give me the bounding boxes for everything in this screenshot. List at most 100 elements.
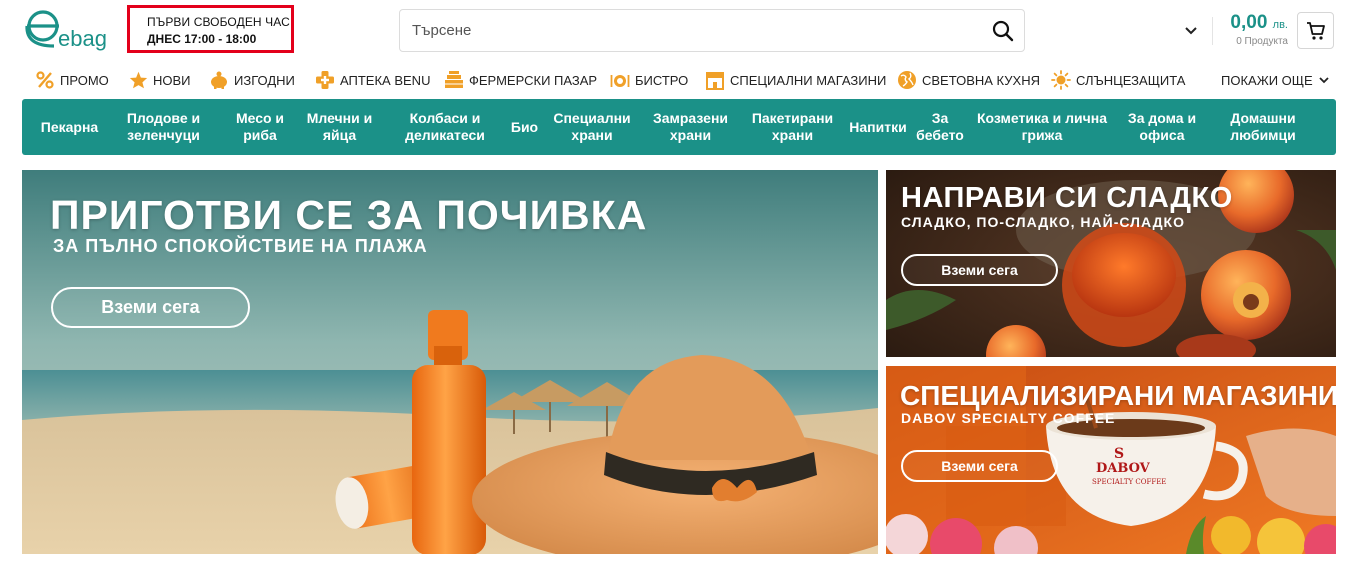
banner-jam[interactable]: НАПРАВИ СИ СЛАДКО СЛАДКО, ПО-СЛАДКО, НАЙ… bbox=[886, 170, 1336, 357]
divider bbox=[1212, 17, 1213, 45]
quicklink-label: АПТЕКА BENU bbox=[340, 72, 431, 88]
show-more-label: ПОКАЖИ ОЩЕ bbox=[1221, 72, 1313, 88]
storefront-icon bbox=[705, 70, 725, 90]
cup-brand: DABOV bbox=[1096, 461, 1151, 476]
category-label: риба bbox=[243, 127, 277, 143]
category-label: Домашни bbox=[1230, 110, 1296, 126]
globe-icon bbox=[897, 70, 917, 90]
category-nav: Пекарна Плодове и зеленчуци Месо и риба Мл… bbox=[22, 99, 1336, 155]
category-bakery[interactable]: Пекарна bbox=[34, 99, 105, 155]
banner-title: НАПРАВИ СИ СЛАДКО bbox=[901, 182, 1233, 214]
quicklink-pharmacy[interactable]: АПТЕКА BENU bbox=[315, 69, 430, 91]
chevron-down-icon bbox=[1319, 77, 1329, 84]
sun-icon bbox=[1051, 70, 1071, 90]
banner-specialty-coffee[interactable]: DABOV SPECIALTY COFFEE S СПЕЦИАЛИЗИРАНИ … bbox=[886, 366, 1336, 554]
category-label: Специални bbox=[553, 110, 631, 126]
star-icon bbox=[128, 70, 148, 90]
category-label: Колбаси и bbox=[409, 110, 481, 126]
category-label: Био bbox=[510, 118, 539, 135]
farm-crate-icon bbox=[444, 70, 464, 90]
category-label: Плодове и bbox=[126, 110, 201, 126]
banner-title: ПРИГОТВИ СЕ ЗА ПОЧИВКА bbox=[50, 192, 648, 238]
logo-text: ebag bbox=[58, 26, 107, 51]
quicklink-promo[interactable]: ПРОМО bbox=[35, 69, 109, 91]
category-home-office[interactable]: За дома и офиса bbox=[1122, 99, 1202, 155]
category-bio[interactable]: Био bbox=[507, 99, 542, 155]
category-label: яйца bbox=[322, 127, 357, 143]
first-free-slot-box[interactable]: ПЪРВИ СВОБОДЕН ЧАС ДНЕС 17:00 - 18:00 bbox=[127, 5, 294, 53]
cutlery-plate-icon bbox=[610, 70, 630, 90]
category-label: За bbox=[931, 110, 949, 126]
category-label: Пакетирани bbox=[751, 110, 834, 126]
category-meat-fish[interactable]: Месо и риба bbox=[228, 99, 292, 155]
category-label: Млечни и bbox=[306, 110, 373, 126]
category-label: Напитки bbox=[849, 118, 907, 135]
quicklink-label: ИЗГОДНИ bbox=[234, 72, 295, 88]
quicklink-bistro[interactable]: БИСТРО bbox=[610, 69, 688, 91]
cart-summary[interactable]: 0,00 лв. 0 Продукта bbox=[1222, 12, 1288, 47]
quicklink-label: СЛЪНЦЕЗАЩИТА bbox=[1076, 72, 1186, 88]
quicklink-label: НОВИ bbox=[153, 72, 191, 88]
take-now-button[interactable]: Вземи сега bbox=[901, 450, 1058, 482]
category-label: зеленчуци bbox=[127, 127, 200, 143]
banner-subtitle: ЗА ПЪЛНО СПОКОЙСТВИЕ НА ПЛАЖА bbox=[53, 236, 428, 256]
cart-count: 0 Продукта bbox=[1236, 36, 1288, 47]
category-pets[interactable]: Домашни любимци bbox=[1223, 99, 1303, 155]
category-label: грижа bbox=[1021, 127, 1063, 143]
quick-links: ПРОМО НОВИ ИЗГОДНИ АПТЕКА BENU ФЕРМЕРСКИ… bbox=[0, 66, 1355, 94]
cart-currency: лв. bbox=[1272, 19, 1288, 31]
category-label: Пекарна bbox=[40, 118, 99, 135]
quicklink-deals[interactable]: ИЗГОДНИ bbox=[209, 69, 295, 91]
category-label: храни bbox=[771, 127, 814, 143]
search-input[interactable] bbox=[400, 10, 960, 51]
quicklink-label: СВЕТОВНА КУХНЯ bbox=[922, 72, 1040, 88]
quicklink-label: БИСТРО bbox=[635, 72, 689, 88]
category-frozen-foods[interactable]: Замразени храни bbox=[646, 99, 735, 155]
category-label: деликатеси bbox=[405, 127, 485, 143]
quicklink-sunscreen[interactable]: СЛЪНЦЕЗАЩИТА bbox=[1051, 69, 1185, 91]
pharmacy-cross-icon bbox=[315, 70, 335, 90]
slot-time: ДНЕС 17:00 - 18:00 bbox=[147, 32, 257, 46]
quicklink-new[interactable]: НОВИ bbox=[128, 69, 191, 91]
category-label: храни bbox=[669, 127, 712, 143]
take-now-button[interactable]: Вземи сега bbox=[51, 287, 250, 328]
quicklink-label: ПРОМО bbox=[60, 72, 109, 88]
cart-button[interactable] bbox=[1297, 12, 1334, 49]
category-label: Замразени bbox=[652, 110, 729, 126]
quicklink-farmers-market[interactable]: ФЕРМЕРСКИ ПАЗАР bbox=[444, 69, 597, 91]
banner-beach[interactable]: ПРИГОТВИ СЕ ЗА ПОЧИВКА ЗА ПЪЛНО СПОКОЙСТ… bbox=[22, 170, 878, 554]
category-special-foods[interactable]: Специални храни bbox=[548, 99, 636, 155]
category-label: За дома и bbox=[1127, 110, 1197, 126]
category-label: храни bbox=[571, 127, 613, 143]
chevron-down-icon[interactable] bbox=[1183, 22, 1199, 38]
category-cosmetics-care[interactable]: Козметика и лична грижа bbox=[974, 99, 1110, 155]
category-label: бебето bbox=[916, 127, 964, 143]
show-more-button[interactable]: ПОКАЖИ ОЩЕ bbox=[1221, 69, 1330, 91]
category-label: Месо и bbox=[235, 110, 285, 126]
category-packaged-foods[interactable]: Пакетирани храни bbox=[747, 99, 838, 155]
site-header: ebag ПЪРВИ СВОБОДЕН ЧАС ДНЕС 17:00 - 18:… bbox=[0, 0, 1355, 62]
category-drinks[interactable]: Напитки bbox=[844, 99, 912, 155]
quicklink-label: ФЕРМЕРСКИ ПАЗАР bbox=[469, 72, 598, 88]
cart-total: 0,00 bbox=[1230, 12, 1268, 33]
banner-subtitle: СЛАДКО, ПО-СЛАДКО, НАЙ-СЛАДКО bbox=[901, 214, 1185, 230]
cart-icon bbox=[1306, 21, 1325, 40]
svg-text:S: S bbox=[1114, 446, 1124, 462]
quicklink-special-shops[interactable]: СПЕЦИАЛНИ МАГАЗИНИ bbox=[705, 69, 886, 91]
category-label: любимци bbox=[1230, 127, 1296, 143]
category-label: офиса bbox=[1139, 127, 1185, 143]
take-now-button[interactable]: Вземи сега bbox=[901, 254, 1058, 286]
banner-title: СПЕЦИАЛИЗИРАНИ МАГАЗИНИ bbox=[900, 380, 1336, 411]
ebag-logo[interactable]: ebag bbox=[24, 8, 120, 54]
category-fruits-vegetables[interactable]: Плодове и зеленчуци bbox=[119, 99, 208, 155]
search-icon[interactable] bbox=[992, 20, 1014, 42]
banner-subtitle: DABOV SPECIALTY COFFEE bbox=[901, 410, 1116, 426]
category-sausages-deli[interactable]: Колбаси и деликатеси bbox=[399, 99, 491, 155]
quicklink-world-cuisine[interactable]: СВЕТОВНА КУХНЯ bbox=[897, 69, 1040, 91]
piggy-bank-icon bbox=[209, 70, 229, 90]
category-dairy-eggs[interactable]: Млечни и яйца bbox=[302, 99, 377, 155]
category-label: Козметика и лична bbox=[977, 110, 1107, 126]
percent-icon bbox=[35, 70, 55, 90]
cup-sub: SPECIALTY COFFEE bbox=[1092, 478, 1166, 486]
category-baby[interactable]: За бебето bbox=[916, 99, 964, 155]
